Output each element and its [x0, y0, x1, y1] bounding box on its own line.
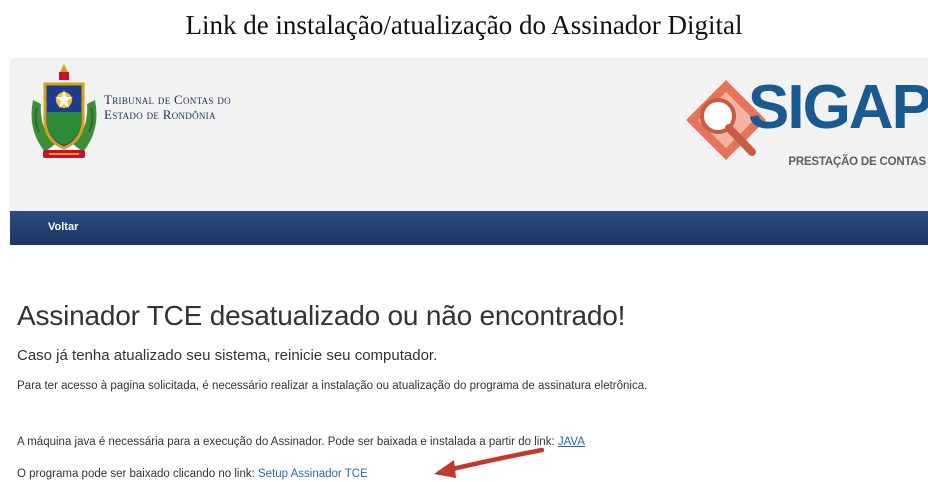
- nav-bar: Voltar: [10, 211, 928, 245]
- setup-text: O programa pode ser baixado clicando no …: [17, 468, 255, 480]
- red-arrow-icon: [434, 447, 545, 478]
- page-title: Assinador TCE desatualizado ou não encon…: [17, 300, 626, 331]
- document-title: Link de instalação/atualização do Assina…: [185, 10, 743, 40]
- org-name-line1: Tribunal de Contas do: [104, 92, 231, 107]
- org-name: Tribunal de Contas do Estado de Rondônia: [104, 92, 231, 122]
- org-name-line2: Estado de Rondônia: [104, 107, 216, 122]
- restart-notice: Caso já tenha atualizado seu sistema, re…: [17, 347, 438, 364]
- back-link[interactable]: Voltar: [48, 221, 78, 233]
- tce-ro-crest-icon: [31, 64, 97, 158]
- setup-assinador-link[interactable]: Setup Assinador TCE: [258, 468, 368, 480]
- instruction-text: Para ter acesso à pagina solicitada, é n…: [17, 380, 648, 392]
- site-header: Tribunal de Contas do Estado de Rondônia…: [10, 58, 928, 211]
- sigap-logo: SIGAP PRESTAÇÃO DE CONTAS: [682, 72, 928, 182]
- sigap-wordmark: SIGAP: [748, 73, 928, 142]
- java-link[interactable]: JAVA: [558, 436, 585, 448]
- setup-paragraph: O programa pode ser baixado clicando no …: [17, 468, 368, 480]
- sigap-subtitle: PRESTAÇÃO DE CONTAS: [788, 156, 926, 168]
